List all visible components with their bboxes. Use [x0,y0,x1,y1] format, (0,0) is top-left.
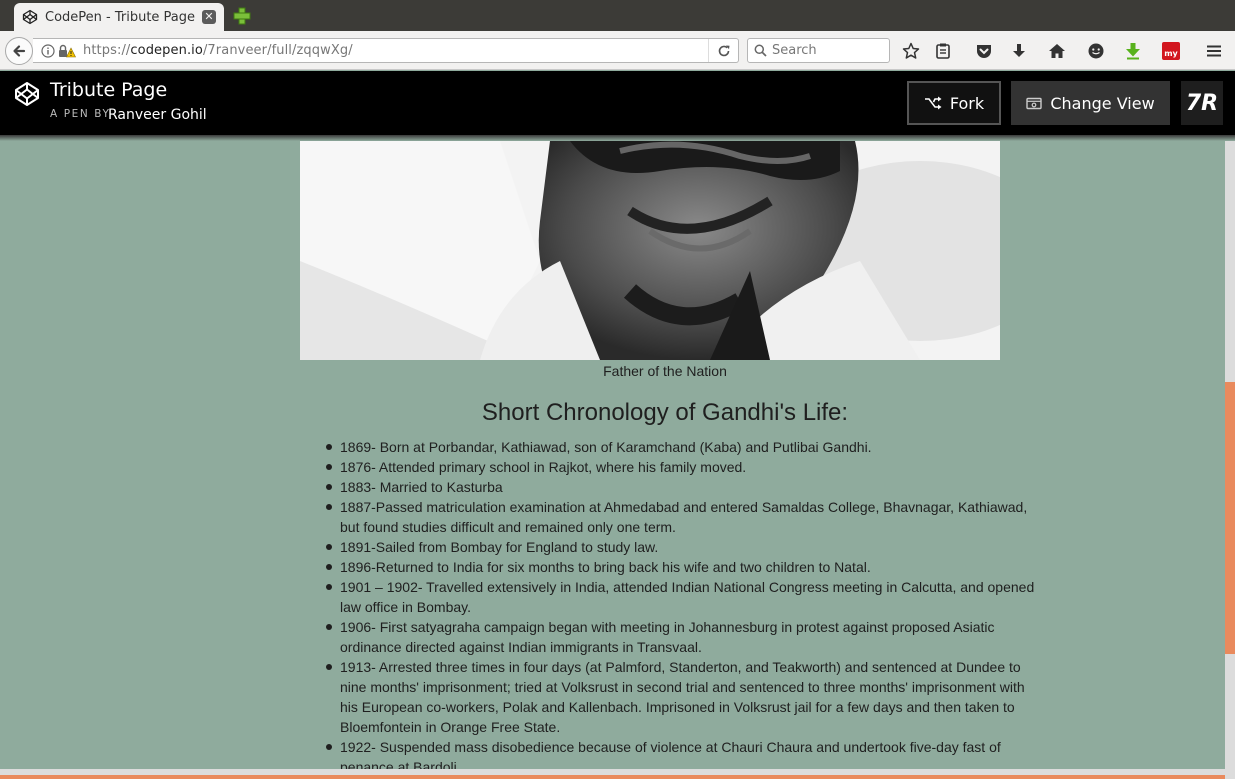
browser-nav-bar: https://codepen.io/7ranveer/full/zqqwXg/ [0,31,1235,70]
chronology-heading: Short Chronology of Gandhi's Life: [481,399,849,426]
chat-extension-button[interactable] [1085,40,1107,62]
search-icon [754,44,767,57]
pen-by-label: A PEN BY [50,108,111,120]
star-icon [902,42,920,59]
insecure-lock-warning-icon[interactable] [58,44,76,58]
change-view-label: Change View [1050,93,1155,113]
horizontal-scrollbar-thumb[interactable] [0,775,1225,779]
url-text[interactable]: https://codepen.io/7ranveer/full/zqqwXg/ [83,43,708,58]
search-input[interactable] [772,43,882,58]
clipboard-icon [936,43,950,59]
reading-list-button[interactable] [932,40,954,62]
chronology-item: 1913- Arrested three times in four days … [326,657,1040,737]
portrait-illustration [300,141,1000,360]
chronology-item: 1891-Sailed from Bombay for England to s… [326,537,1040,557]
user-avatar[interactable]: 7R [1181,81,1223,125]
home-icon [1049,44,1065,58]
info-icon[interactable] [41,43,55,58]
gandhi-portrait-image [300,141,1000,360]
svg-text:my: my [1164,49,1178,58]
chronology-item: 1887-Passed matriculation examination at… [326,497,1040,537]
chronology-list: 1869- Born at Porbandar, Kathiawad, son … [326,437,1040,769]
change-view-button[interactable]: Change View [1011,81,1170,125]
url-path: /7ranveer/full/zqqwXg/ [202,43,353,58]
reload-button[interactable] [708,39,738,62]
chronology-item: 1922- Suspended mass disobedience becaus… [326,737,1040,769]
hamburger-menu-icon [1207,45,1221,57]
vertical-scrollbar-thumb[interactable] [1225,382,1235,654]
browser-tab-strip: CodePen - Tribute Page ✕ [0,0,1235,31]
chronology-item: 1896-Returned to India for six months to… [326,557,1040,577]
back-button[interactable] [5,37,33,65]
chronology-item: 1883- Married to Kasturba [326,477,1040,497]
tribute-page-content: Father of the Nation Short Chronology of… [0,141,1225,769]
pen-author-link[interactable]: Ranveer Gohil [108,107,207,123]
fork-label: Fork [949,93,985,113]
download-helper-button[interactable] [1122,40,1144,62]
back-arrow-icon [13,45,26,57]
reload-icon [718,45,729,56]
tab-title: CodePen - Tribute Page [45,9,196,25]
fork-icon [924,96,942,110]
close-tab-icon[interactable]: ✕ [202,10,216,24]
home-button[interactable] [1046,40,1068,62]
pocket-button[interactable] [973,40,995,62]
bookmark-star-button[interactable] [900,40,922,62]
my-extension-icon: my [1162,42,1180,60]
smiley-chat-icon [1088,43,1104,59]
codepen-header: Tribute Page A PEN BY Ranveer Gohil Fork… [0,71,1235,135]
url-host: codepen.io [130,43,203,58]
browser-tab[interactable]: CodePen - Tribute Page ✕ [14,3,224,31]
search-box[interactable] [747,38,890,63]
fork-button[interactable]: Fork [907,81,1001,125]
url-bar[interactable]: https://codepen.io/7ranveer/full/zqqwXg/ [33,38,739,63]
green-download-icon [1126,43,1140,60]
download-arrow-icon [1013,44,1025,57]
menu-button[interactable] [1203,40,1225,62]
myfav-extension-button[interactable]: my [1160,40,1182,62]
chronology-item: 1901 – 1902- Travelled extensively in In… [326,577,1040,617]
chronology-item: 1869- Born at Porbandar, Kathiawad, son … [326,437,1040,457]
chronology-item: 1906- First satyagraha campaign began wi… [326,617,1040,657]
url-scheme: https:// [83,43,131,58]
horizontal-scrollbar[interactable] [0,769,1225,779]
view-layout-icon [1026,97,1043,109]
downloads-button[interactable] [1008,40,1030,62]
codepen-favicon-icon [22,9,38,25]
new-tab-plus-icon[interactable] [232,6,252,26]
pen-title: Tribute Page [50,79,168,101]
codepen-logo-icon[interactable] [14,81,40,107]
chronology-item: 1876- Attended primary school in Rajkot,… [326,457,1040,477]
image-caption: Father of the Nation [603,363,727,379]
pocket-icon [977,45,991,58]
